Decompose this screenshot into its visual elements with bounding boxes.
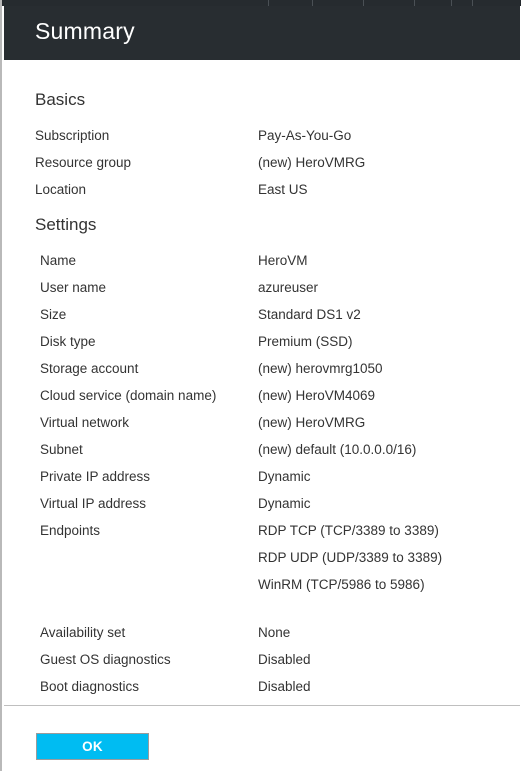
row-value: Pay-As-You-Go xyxy=(258,128,352,143)
row-label: User name xyxy=(40,280,107,295)
ok-button[interactable]: OK xyxy=(36,733,149,760)
blade-header: Summary xyxy=(4,6,520,60)
row-label: Cloud service (domain name) xyxy=(40,388,217,403)
summary-row: Location East US xyxy=(4,176,520,203)
settings-rows: Name HeroVM User name azureuser Size Standard… xyxy=(4,247,520,700)
row-value-group: RDP TCP (TCP/3389 to 3389) RDP UDP (UDP/3… xyxy=(258,517,520,598)
row-label: Virtual IP address xyxy=(40,496,147,511)
row-label: Guest OS diagnostics xyxy=(40,652,171,667)
row-label: Disk type xyxy=(40,334,96,349)
summary-row: Endpoints RDP TCP (TCP/3389 to 3389) RDP U… xyxy=(4,517,520,598)
row-value: Disabled xyxy=(258,652,311,667)
section-title-basics: Basics xyxy=(35,90,86,109)
row-label: Availability set xyxy=(40,625,126,640)
row-value: None xyxy=(258,625,291,640)
row-value: (new) default (10.0.0.0/16) xyxy=(258,442,417,457)
section-basics: Basics Subscription Pay-As-You-Go Resource… xyxy=(4,90,520,203)
summary-row: Storage account (new) herovmrg1050 xyxy=(4,355,520,382)
summary-row: Size Standard DS1 v2 xyxy=(4,301,520,328)
blade-footer: OK xyxy=(4,705,520,771)
summary-row: Virtual IP address Dynamic xyxy=(4,490,520,517)
row-value: Premium (SSD) xyxy=(258,334,353,349)
summary-row: Subscription Pay-As-You-Go xyxy=(4,122,520,149)
row-label: Name xyxy=(40,253,77,268)
section-title-settings: Settings xyxy=(35,215,97,234)
row-label: Size xyxy=(40,307,67,322)
summary-row: Availability set None xyxy=(4,619,520,646)
row-value: RDP TCP (TCP/3389 to 3389) xyxy=(258,523,439,538)
summary-row: Guest OS diagnostics Disabled xyxy=(4,646,520,673)
row-value: Dynamic xyxy=(258,469,311,484)
section-settings: Settings Name HeroVM User name azureuser Siz… xyxy=(4,215,520,700)
row-value: azureuser xyxy=(258,280,319,295)
row-value: Dynamic xyxy=(258,496,311,511)
summary-row: Boot diagnostics Disabled xyxy=(4,673,520,700)
row-label: Location xyxy=(35,182,87,197)
row-label: Subnet xyxy=(40,442,83,457)
summary-row: Disk type Premium (SSD) xyxy=(4,328,520,355)
row-label: Virtual network xyxy=(40,415,130,430)
summary-row: Subnet (new) default (10.0.0.0/16) xyxy=(4,436,520,463)
summary-row: User name azureuser xyxy=(4,274,520,301)
row-label: Boot diagnostics xyxy=(40,679,140,694)
row-value: RDP UDP (UDP/3389 to 3389) xyxy=(258,550,443,565)
row-label: Subscription xyxy=(35,128,110,143)
row-value: East US xyxy=(258,182,308,197)
row-value: HeroVM xyxy=(258,253,308,268)
row-value: Standard DS1 v2 xyxy=(258,307,361,322)
summary-row: Resource group (new) HeroVMRG xyxy=(4,149,520,176)
row-label: Private IP address xyxy=(40,469,151,484)
summary-row: Private IP address Dynamic xyxy=(4,463,520,490)
row-value: (new) HeroVMRG xyxy=(258,415,366,430)
summary-content: Basics Subscription Pay-As-You-Go Resource… xyxy=(4,60,520,705)
row-value: Disabled xyxy=(258,679,311,694)
row-label: Storage account xyxy=(40,361,139,376)
basics-rows: Subscription Pay-As-You-Go Resource group (… xyxy=(4,122,520,203)
summary-row: Virtual network (new) HeroVMRG xyxy=(4,409,520,436)
page-title: Summary xyxy=(35,18,135,44)
row-value: (new) HeroVM4069 xyxy=(258,388,376,403)
summary-row: Name HeroVM xyxy=(4,247,520,274)
summary-row: Cloud service (domain name) (new) HeroVM4… xyxy=(4,382,520,409)
row-label: Resource group xyxy=(35,155,132,170)
row-value: (new) HeroVMRG xyxy=(258,155,366,170)
row-label: Endpoints xyxy=(40,523,101,538)
summary-blade: Summary Basics Subscription Pay-As-You-Go… xyxy=(0,0,521,771)
row-value: (new) herovmrg1050 xyxy=(258,361,383,376)
row-value: WinRM (TCP/5986 to 5986) xyxy=(258,577,425,592)
